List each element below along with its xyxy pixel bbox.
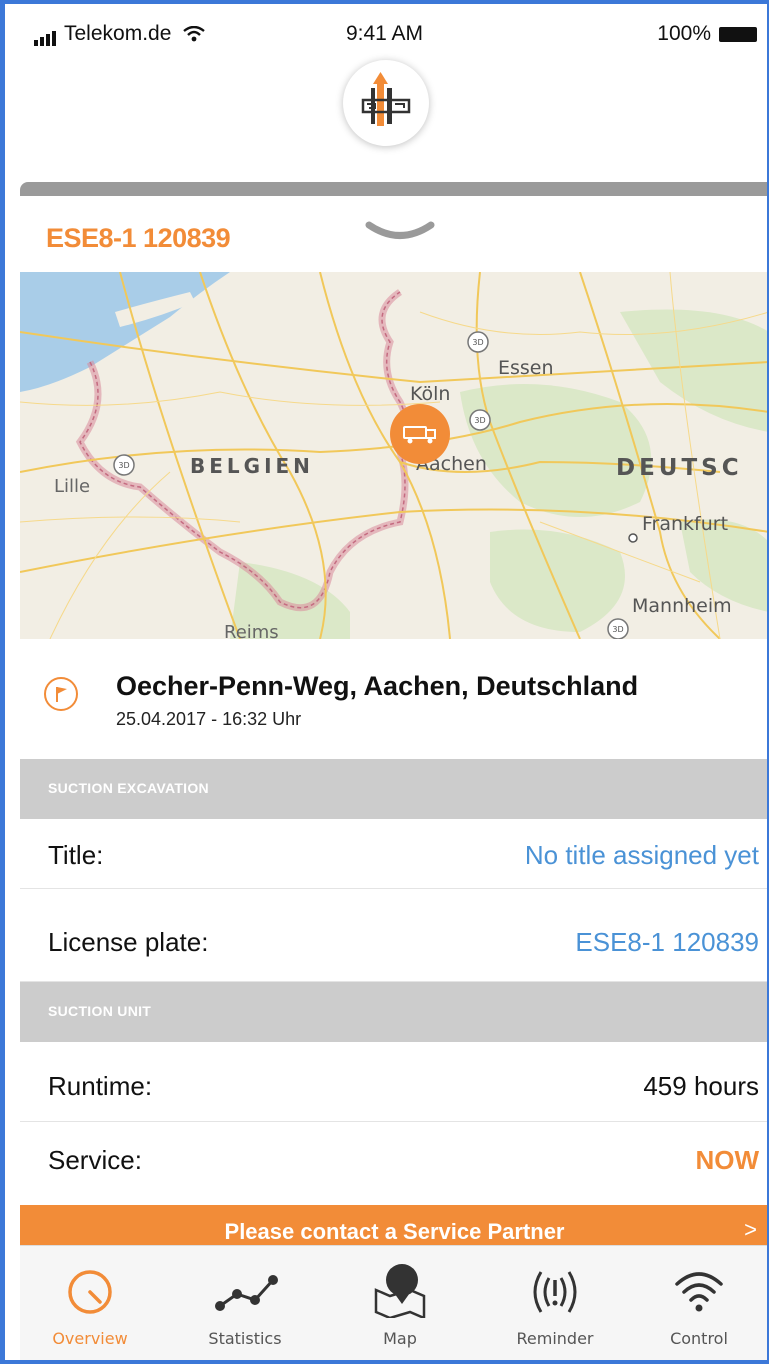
location-row: Oecher-Penn-Weg, Aachen, Deutschland 25.… xyxy=(20,639,769,759)
map-3d-badge: 3D xyxy=(472,338,483,347)
cta-label: Please contact a Service Partner xyxy=(224,1219,565,1244)
status-bar: Telekom.de 9:41 AM 100% xyxy=(0,0,769,60)
service-status: NOW xyxy=(695,1145,759,1175)
map-label-reims: Reims xyxy=(224,622,279,639)
battery-icon xyxy=(719,26,757,42)
gsg-logo-icon xyxy=(361,72,411,126)
vehicle-id: ESE8-1 120839 xyxy=(46,223,231,253)
tab-label: Control xyxy=(670,1329,728,1348)
gauge-icon xyxy=(68,1270,112,1314)
tab-map[interactable]: Map xyxy=(330,1246,470,1361)
wifi-icon xyxy=(675,1272,723,1312)
map-canvas: 3D 3D 3D 3D Essen Köln BELGIEN Lille Aac… xyxy=(20,272,769,639)
runtime-label: Runtime: xyxy=(48,1071,153,1101)
location-address: Oecher-Penn-Weg, Aachen, Deutschland xyxy=(116,671,639,701)
tab-overview[interactable]: Overview xyxy=(20,1246,160,1361)
service-row: Service: NOW xyxy=(20,1122,769,1205)
chevron-down-icon[interactable] xyxy=(365,220,435,242)
location-timestamp: 25.04.2017 - 16:32 Uhr xyxy=(116,709,302,729)
tab-label: Reminder xyxy=(516,1329,594,1348)
license-plate-row[interactable]: License plate: ESE8-1 120839 xyxy=(20,889,769,982)
map-label-deutschland: DEUTSC xyxy=(616,455,743,481)
card-stack-edge xyxy=(20,182,769,196)
tab-bar: Overview Statistics Map Reminder Control xyxy=(20,1245,769,1360)
runtime-value: 459 hours xyxy=(643,1071,759,1101)
section-suction-unit: SUCTION UNIT xyxy=(20,982,769,1042)
title-value[interactable]: No title assigned yet xyxy=(525,840,759,871)
map-label-lille: Lille xyxy=(54,476,90,497)
section-suction-excavation: SUCTION EXCAVATION xyxy=(20,759,769,819)
map-label-koeln: Köln xyxy=(410,383,450,405)
tab-statistics[interactable]: Statistics xyxy=(175,1246,315,1361)
map-label-essen: Essen xyxy=(498,357,554,379)
map-icon xyxy=(374,1264,426,1318)
section-title: SUCTION EXCAVATION xyxy=(48,780,209,796)
map-3d-badge: 3D xyxy=(474,416,485,425)
tab-label: Statistics xyxy=(208,1329,282,1348)
flag-icon xyxy=(44,677,78,711)
chevron-right-icon: > xyxy=(744,1217,757,1242)
tab-control[interactable]: Control xyxy=(629,1246,769,1361)
map-label-mannheim: Mannheim xyxy=(632,595,732,617)
section-title: SUCTION UNIT xyxy=(48,1003,152,1019)
map-label-frankfurt: Frankfurt xyxy=(642,513,728,535)
reminder-icon xyxy=(533,1271,577,1313)
service-label: Service: xyxy=(48,1145,142,1175)
map-label-belgien: BELGIEN xyxy=(190,454,314,478)
app-logo xyxy=(343,60,429,146)
statistics-icon xyxy=(215,1275,278,1311)
title-label: Title: xyxy=(48,840,104,870)
contact-service-partner-button[interactable]: Please contact a Service Partner > xyxy=(20,1205,769,1245)
tab-label: Overview xyxy=(52,1329,128,1348)
license-plate-label: License plate: xyxy=(48,927,209,957)
vehicle-card-header[interactable]: ESE8-1 120839 xyxy=(20,196,769,272)
truck-icon[interactable] xyxy=(390,404,450,464)
battery-percent: 100% xyxy=(657,22,711,45)
map-3d-badge: 3D xyxy=(118,461,129,470)
status-time: 9:41 AM xyxy=(345,22,424,45)
runtime-row: Runtime: 459 hours xyxy=(20,1042,769,1122)
tab-reminder[interactable]: Reminder xyxy=(485,1246,625,1361)
tab-label: Map xyxy=(383,1329,417,1348)
title-row[interactable]: Title: No title assigned yet xyxy=(20,819,769,889)
map-3d-badge: 3D xyxy=(612,625,623,634)
vehicle-map[interactable]: 3D 3D 3D 3D Essen Köln BELGIEN Lille Aac… xyxy=(20,272,769,639)
battery: 100% xyxy=(657,22,757,46)
license-plate-value[interactable]: ESE8-1 120839 xyxy=(575,927,759,958)
